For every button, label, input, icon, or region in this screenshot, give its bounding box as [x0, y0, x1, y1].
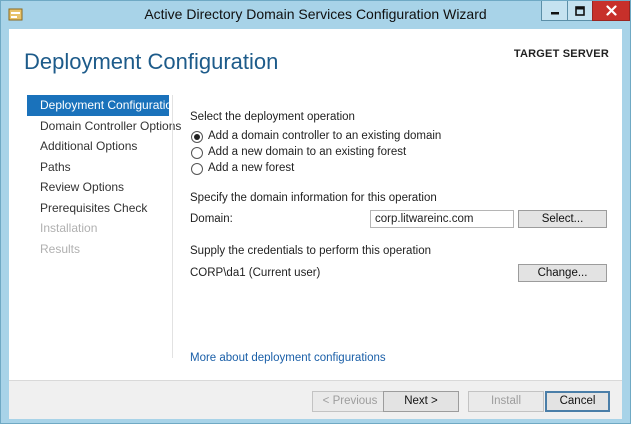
nav-item-label: Prerequisites Check: [40, 200, 148, 215]
nav-item-results: Results: [27, 239, 169, 260]
nav-item-additional-options[interactable]: Additional Options: [27, 136, 169, 157]
change-button[interactable]: Change...: [518, 264, 607, 282]
nav-item-label: Paths: [40, 159, 71, 174]
radio-new-domain[interactable]: [191, 147, 203, 159]
radio-existing-domain[interactable]: [191, 131, 203, 143]
wizard-nav: Deployment Configuration Domain Controll…: [27, 95, 181, 260]
close-button[interactable]: [592, 1, 630, 21]
wizard-content: Deployment Configuration TARGET SERVER D…: [9, 29, 622, 380]
next-button[interactable]: Next >: [383, 391, 459, 412]
close-icon: [605, 5, 617, 16]
nav-item-paths[interactable]: Paths: [27, 157, 169, 178]
radio-existing-domain-label[interactable]: Add a domain controller to an existing d…: [208, 130, 441, 142]
minimize-button[interactable]: [541, 1, 567, 21]
target-server-label: TARGET SERVER: [513, 48, 609, 60]
nav-divider: [172, 95, 173, 358]
maximize-icon: [575, 5, 585, 16]
title-bar[interactable]: Active Directory Domain Services Configu…: [1, 1, 630, 29]
page-title: Deployment Configuration: [24, 49, 279, 74]
nav-item-label: Results: [40, 241, 81, 256]
nav-item-domain-controller-options[interactable]: Domain Controller Options: [27, 116, 181, 137]
maximize-button[interactable]: [567, 1, 592, 21]
nav-item-label: Review Options: [40, 180, 125, 194]
nav-item-label: Installation: [40, 221, 98, 235]
previous-button[interactable]: < Previous: [312, 391, 388, 412]
radio-new-forest[interactable]: [191, 163, 203, 175]
window-title: Active Directory Domain Services Configu…: [144, 6, 487, 22]
wizard-footer: < Previous Next > Install Cancel: [9, 380, 622, 419]
operation-heading: Select the deployment operation: [190, 111, 355, 123]
more-about-deployment-link[interactable]: More about deployment configurations: [190, 352, 386, 364]
nav-item-label: Deployment Configuration: [40, 98, 179, 112]
current-user: CORP\da1 (Current user): [190, 267, 321, 279]
credentials-heading: Supply the credentials to perform this o…: [190, 245, 431, 257]
nav-item-deployment-configuration[interactable]: Deployment Configuration: [27, 95, 179, 116]
domain-heading: Specify the domain information for this …: [190, 192, 437, 204]
nav-item-prerequisites-check[interactable]: Prerequisites Check: [27, 198, 169, 219]
radio-new-forest-label[interactable]: Add a new forest: [208, 162, 294, 174]
install-button[interactable]: Install: [468, 391, 544, 412]
radio-new-domain-label[interactable]: Add a new domain to an existing forest: [208, 146, 406, 158]
wizard-window: Active Directory Domain Services Configu…: [0, 0, 631, 424]
select-button[interactable]: Select...: [518, 210, 607, 228]
nav-item-installation: Installation: [27, 218, 169, 239]
domain-label: Domain:: [190, 213, 233, 225]
cancel-button[interactable]: Cancel: [545, 391, 610, 412]
domain-input[interactable]: [370, 210, 514, 228]
nav-item-label: Additional Options: [40, 139, 138, 153]
minimize-icon: [550, 11, 559, 14]
nav-item-review-options[interactable]: Review Options: [27, 177, 169, 198]
nav-item-label: Domain Controller Options: [40, 118, 182, 133]
